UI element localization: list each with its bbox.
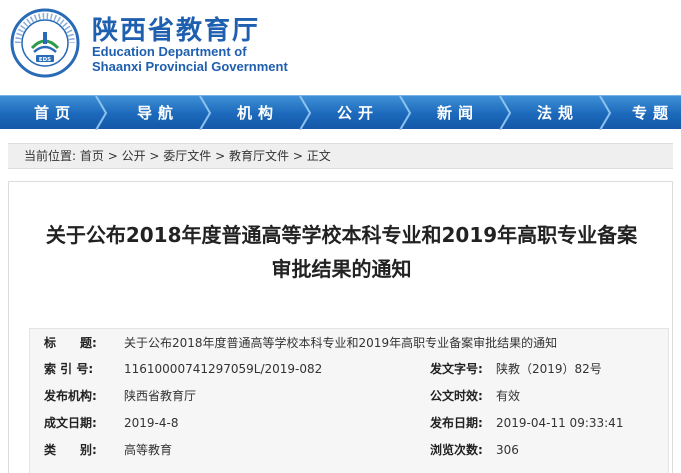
meta-views-value: 306: [496, 443, 519, 457]
meta-title-label: 标 题:: [44, 336, 97, 350]
meta-issuer-value: 陕西省教育厅: [124, 389, 197, 403]
department-seal-logo[interactable]: EDS: [10, 8, 80, 78]
breadcrumb-separator: >: [289, 149, 307, 163]
nav-item-guide[interactable]: 导航: [108, 96, 208, 130]
site-title-en-line2: Shaanxi Provincial Government: [92, 59, 288, 74]
meta-validity-label: 公文时效:: [430, 389, 483, 403]
nav-separator-icon: [95, 96, 108, 130]
nav-item-news[interactable]: 新闻: [408, 96, 508, 130]
article-panel: 关于公布2018年度普通高等学校本科专业和2019年高职专业备案 审批结果的通知…: [8, 181, 673, 473]
meta-index-label: 索 引 号:: [44, 362, 94, 376]
meta-category-label: 类 别:: [44, 443, 97, 457]
meta-published-value: 2019-04-11 09:33:41: [496, 416, 624, 430]
meta-validity-value: 有效: [496, 389, 521, 403]
meta-row-issuer: 发布机构: 陕西省教育厅 公文时效: 有效: [30, 384, 670, 408]
meta-issuer-label: 发布机构:: [44, 389, 97, 403]
breadcrumb-item-current: 正文: [306, 149, 331, 163]
breadcrumb-separator: >: [211, 149, 229, 163]
nav-item-disclosure[interactable]: 公开: [308, 96, 408, 130]
breadcrumb-item-disclosure[interactable]: 公开: [122, 149, 146, 163]
article-title-line2: 审批结果的通知: [271, 257, 412, 281]
meta-row-dates: 成文日期: 2019-4-8 发布日期: 2019-04-11 09:33:41: [30, 411, 670, 435]
meta-row-category: 类 别: 高等教育 浏览次数: 306: [30, 438, 670, 462]
main-nav: 首页 导航 机构 公开 新闻 法规 专题: [0, 95, 681, 130]
site-header: EDS 陕西省教育厅 Education Department of Shaan…: [0, 0, 681, 95]
logo-label: EDS: [39, 57, 51, 63]
article-title-line1: 关于公布2018年度普通高等学校本科专业和2019年高职专业备案: [45, 223, 638, 247]
breadcrumb-separator: >: [145, 149, 164, 163]
site-title-en-line1: Education Department of: [92, 44, 247, 59]
nav-item-topics[interactable]: 专题: [608, 96, 681, 130]
breadcrumb-item-home[interactable]: 首页: [80, 149, 104, 163]
meta-category-value: 高等教育: [124, 443, 173, 457]
meta-row-title: 标 题: 关于公布2018年度普通高等学校本科专业和2019年高职专业备案审批结…: [30, 331, 670, 355]
meta-doc-no-value: 陕教（2019）82号: [496, 362, 602, 376]
meta-title-value: 关于公布2018年度普通高等学校本科专业和2019年高职专业备案审批结果的通知: [124, 336, 558, 350]
meta-doc-no-label: 发文字号:: [430, 362, 483, 376]
meta-published-label: 发布日期:: [430, 416, 483, 430]
nav-item-agencies[interactable]: 机构: [208, 96, 308, 130]
meta-views-label: 浏览次数:: [430, 443, 483, 457]
nav-item-regulations[interactable]: 法规: [508, 96, 608, 130]
breadcrumb-item-committee-docs[interactable]: 委厅文件: [163, 149, 211, 163]
document-meta-table: 标 题: 关于公布2018年度普通高等学校本科专业和2019年高职专业备案审批结…: [29, 328, 669, 473]
meta-created-value: 2019-4-8: [124, 416, 179, 430]
breadcrumb-item-department-docs[interactable]: 教育厅文件: [229, 149, 289, 163]
meta-created-label: 成文日期:: [44, 416, 97, 430]
meta-index-value: 11610000741297059L/2019-082: [124, 362, 323, 376]
nav-item-home[interactable]: 首页: [5, 96, 105, 130]
breadcrumb: 当前位置: 首页 > 公开 > 委厅文件 > 教育厅文件 > 正文: [8, 143, 673, 169]
meta-row-index: 索 引 号: 11610000741297059L/2019-082 发文字号:…: [30, 357, 670, 381]
breadcrumb-separator: >: [103, 149, 122, 163]
article-title: 关于公布2018年度普通高等学校本科专业和2019年高职专业备案 审批结果的通知: [19, 218, 664, 286]
site-title-cn[interactable]: 陕西省教育厅: [92, 10, 260, 47]
breadcrumb-prefix: 当前位置:: [24, 149, 77, 163]
